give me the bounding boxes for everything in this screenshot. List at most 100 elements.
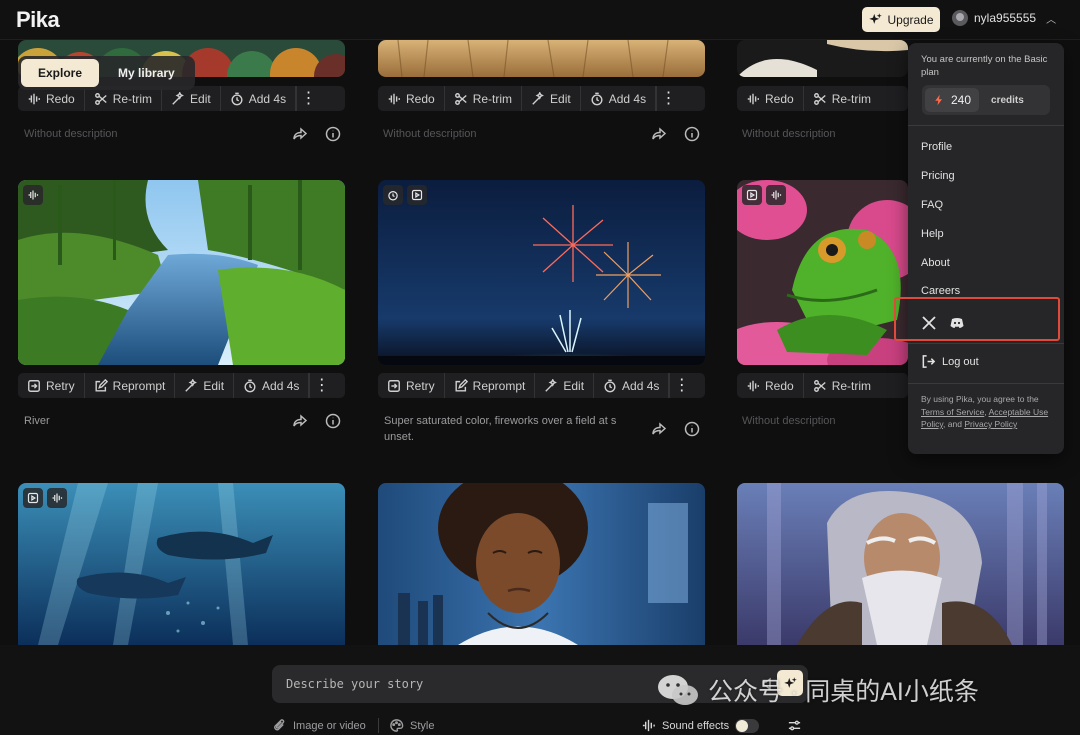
edit-button[interactable]: Edit <box>535 373 595 398</box>
pika-logo[interactable]: Pika <box>16 7 60 33</box>
upgrade-button[interactable]: Upgrade <box>862 7 940 32</box>
card-3-toolbar: Redo Re-trim <box>737 86 908 111</box>
edit-button[interactable]: Edit <box>522 86 581 111</box>
account-dropdown: You are currently on the Basic plan 240 … <box>894 43 1064 454</box>
retry-button[interactable]: Retry <box>378 373 445 398</box>
logout-button[interactable]: Log out <box>921 354 979 369</box>
add-4s-button[interactable]: Add 4s <box>594 373 670 398</box>
more-options-button[interactable]: ⋮ <box>309 373 333 398</box>
upgrade-label: Upgrade <box>887 12 934 27</box>
sound-wave-badge <box>47 488 67 508</box>
menu-item-pricing[interactable]: Pricing <box>921 170 955 182</box>
edit-label: Edit <box>190 91 211 106</box>
play-badge <box>742 185 762 205</box>
retrim-button[interactable]: Re-trim <box>804 373 880 398</box>
redo-label: Redo <box>765 378 794 393</box>
reprompt-label: Reprompt <box>112 378 166 393</box>
redo-label: Redo <box>406 91 435 106</box>
style-button[interactable]: Style <box>389 718 434 733</box>
palette-icon <box>390 719 404 732</box>
scissors-icon <box>813 379 826 392</box>
card-6-toolbar: Redo Re-trim <box>737 373 908 398</box>
info-icon[interactable] <box>325 126 341 142</box>
video-thumbnail-river[interactable] <box>18 180 345 365</box>
add-4s-button[interactable]: Add 4s <box>581 86 657 111</box>
video-thumbnail-3[interactable] <box>737 40 908 77</box>
scissors-icon <box>454 92 467 105</box>
sound-effects-toggle[interactable]: Sound effects <box>641 718 760 733</box>
sparkle-icon <box>869 13 883 24</box>
video-thumbnail-2[interactable] <box>378 40 705 77</box>
timer-icon <box>231 92 243 105</box>
discord-icon[interactable] <box>949 315 965 331</box>
sliders-icon <box>788 720 801 731</box>
video-thumbnail-fireworks[interactable] <box>378 180 705 365</box>
menu-item-profile[interactable]: Profile <box>921 141 952 153</box>
timer-icon <box>388 191 398 201</box>
video-thumbnail-doctor[interactable] <box>378 483 705 645</box>
video-thumbnail-whales[interactable] <box>18 483 345 645</box>
retry-button[interactable]: Retry <box>18 373 85 398</box>
info-icon[interactable] <box>684 126 700 142</box>
redo-button[interactable]: Redo <box>378 86 445 111</box>
terms-of-service-link[interactable]: Terms of Service <box>921 407 984 417</box>
logout-icon <box>922 355 936 368</box>
more-options-button[interactable]: ⋮ <box>669 373 693 398</box>
video-thumbnail-wizard[interactable] <box>737 483 1064 645</box>
chevron-up-icon: ︿ <box>1046 14 1057 26</box>
add-4s-button[interactable]: Add 4s <box>234 373 310 398</box>
timer-icon <box>244 379 256 392</box>
credits-pill: 240 <box>925 88 980 112</box>
redo-button[interactable]: Redo <box>737 373 804 398</box>
video-thumbnail-frog[interactable] <box>737 180 908 365</box>
user-menu-trigger[interactable]: nyla955555 ︿ <box>952 10 1056 26</box>
timer-badge <box>383 185 403 205</box>
reprompt-button[interactable]: Reprompt <box>85 373 176 398</box>
style-label: Style <box>410 719 435 732</box>
more-options-button[interactable]: ⋮ <box>656 86 680 111</box>
retrim-button[interactable]: Re-trim <box>804 86 880 111</box>
share-icon[interactable] <box>651 126 667 142</box>
privacy-policy-link[interactable]: Privacy Policy <box>964 419 1017 429</box>
menu-item-about[interactable]: About <box>921 257 950 269</box>
reprompt-button[interactable]: Reprompt <box>445 373 536 398</box>
retrim-button[interactable]: Re-trim <box>445 86 523 111</box>
retrim-label: Re-trim <box>831 91 872 106</box>
x-twitter-icon[interactable] <box>921 315 937 331</box>
menu-item-help[interactable]: Help <box>921 228 944 240</box>
share-icon[interactable] <box>651 421 667 437</box>
more-options-button[interactable]: ⋮ <box>296 86 320 111</box>
menu-item-careers[interactable]: Careers <box>921 285 960 297</box>
menu-item-faq[interactable]: FAQ <box>921 199 943 211</box>
redo-button[interactable]: Redo <box>737 86 804 111</box>
retrim-label: Re-trim <box>831 378 872 393</box>
settings-sliders-button[interactable] <box>787 718 802 733</box>
view-tabs: Explore My library <box>18 56 195 90</box>
sound-wave-badge <box>766 185 786 205</box>
sound-wave-icon <box>28 190 39 200</box>
credits-display[interactable]: 240 credits <box>922 85 1050 115</box>
sound-wave-icon <box>747 380 759 391</box>
info-icon[interactable] <box>325 413 341 429</box>
scissors-icon <box>813 92 826 105</box>
add-4s-button[interactable]: Add 4s <box>221 86 297 111</box>
sound-effects-switch[interactable] <box>735 718 760 733</box>
share-icon[interactable] <box>292 413 308 429</box>
edit-button[interactable]: Edit <box>175 373 235 398</box>
share-icon[interactable] <box>292 126 308 142</box>
card-4-description: River <box>24 415 50 427</box>
image-or-video-button[interactable]: Image or video <box>272 718 366 733</box>
credits-label: credits <box>991 94 1024 106</box>
play-icon <box>27 492 39 504</box>
retry-icon <box>388 379 400 392</box>
card-1-description: Without description <box>24 128 118 140</box>
play-badge <box>407 185 427 205</box>
info-icon[interactable] <box>684 421 700 437</box>
retrim-label: Re-trim <box>112 91 153 106</box>
magic-wand-icon <box>185 378 198 392</box>
magic-wand-icon <box>172 91 184 105</box>
tab-explore[interactable]: Explore <box>21 59 100 87</box>
tab-my-library[interactable]: My library <box>101 59 192 87</box>
divider <box>908 343 1064 344</box>
legal-and: , and <box>943 419 962 429</box>
